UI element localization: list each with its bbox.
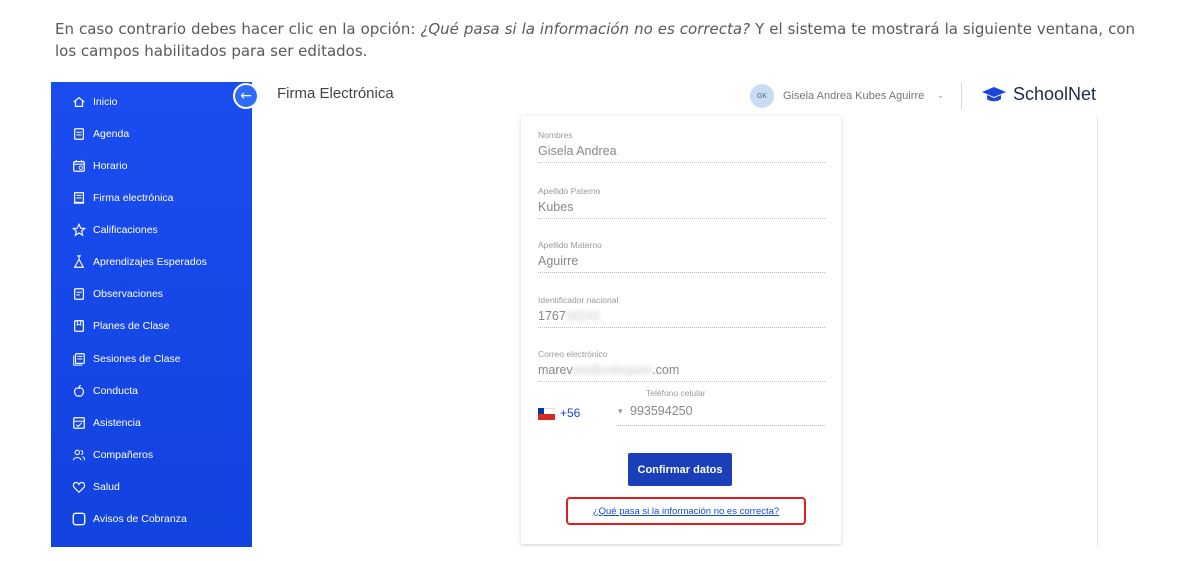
avatar[interactable]: GK [750,84,774,108]
sidebar-item-label: Firma electrónica [93,192,174,204]
correo-electronico-input[interactable]: marevalo@colegium.com [538,361,825,381]
apple-icon [71,383,87,399]
nombres-field[interactable]: Nombres Gisela Andrea [538,130,825,163]
apellido-materno-field[interactable]: Apellido Materno Aguirre [538,240,825,273]
telefono-celular-input[interactable]: 993594250 [630,404,693,418]
sidebar-item-asistencia[interactable]: Asistencia [71,411,141,435]
plan-icon [71,318,87,334]
instruction-text-start: En caso contrario debes hacer clic en la… [55,20,421,38]
chevron-down-icon[interactable]: ▾ [618,406,623,417]
sidebar-item-label: Planes de Clase [93,320,170,332]
note-icon [71,286,87,302]
apellido-paterno-field[interactable]: Apellido Paterno Kubes [538,186,825,219]
sidebar-item-label: Conducta [93,385,138,397]
sidebar-item-inicio[interactable]: Inicio [71,90,118,114]
page-title: Firma Electrónica [277,85,394,102]
informacion-incorrecta-link[interactable]: ¿Qué pasa si la información no es correc… [593,506,779,517]
sidebar-item-label: Salud [93,481,120,493]
sidebar-item-conducta[interactable]: Conducta [71,379,138,403]
correo-visible-end: .com [652,363,680,377]
star-icon [71,222,87,238]
apellido-paterno-label: Apellido Paterno [538,186,601,196]
signature-icon [71,190,87,206]
chile-flag-icon[interactable] [538,408,555,420]
sidebar-item-horario[interactable]: Horario [71,154,127,178]
sidebar-item-label: Avisos de Cobranza [93,513,187,525]
app-screenshot: Inicio Agenda Horario Firma electrónica … [51,82,1106,547]
identificador-nacional-input[interactable]: 176756241 [538,307,825,327]
instruction-paragraph: En caso contrario debes hacer clic en la… [55,18,1135,62]
nombres-input[interactable]: Gisela Andrea [538,142,825,162]
flask-icon [71,254,87,270]
help-link-highlight: ¿Qué pasa si la información no es correc… [566,497,806,525]
apellido-materno-input[interactable]: Aguirre [538,252,825,272]
nombres-label: Nombres [538,130,573,140]
telefono-celular-field[interactable]: Teléfono celular ▾ 993594250 [616,386,825,426]
sidebar-item-label: Horario [93,160,128,172]
sidebar-item-salud[interactable]: Salud [71,475,120,499]
brand-name: SchoolNet [1013,84,1097,104]
correo-visible-start: marev [538,363,573,377]
graduation-cap-icon [982,86,1006,101]
country-code-select[interactable]: +56 [560,406,580,420]
sidebar-item-label: Compañeros [93,449,154,461]
checkbox-icon [71,511,87,527]
sidebar-item-companeros[interactable]: Compañeros [71,443,153,467]
arrow-left-icon: ← [240,88,252,104]
home-icon [71,94,87,110]
personal-data-form: Nombres Gisela Andrea Apellido Paterno K… [521,116,841,544]
sidebar-item-calificaciones[interactable]: Calificaciones [71,218,158,242]
agenda-icon [71,126,87,142]
correo-electronico-label: Correo electrónico [538,349,608,359]
correo-electronico-field[interactable]: Correo electrónico marevalo@colegium.com [538,349,825,382]
apellido-paterno-input[interactable]: Kubes [538,198,825,218]
confirmar-datos-button[interactable]: Confirmar datos [628,453,732,486]
instruction-link-quote: ¿Qué pasa si la información no es correc… [420,20,751,38]
identificador-redacted: 56241 [565,309,601,323]
sidebar-item-label: Calificaciones [93,224,158,236]
sidebar-item-label: Sesiones de Clase [93,353,181,365]
identificador-nacional-field[interactable]: Identificador nacional 176756241 [538,295,825,328]
collapse-sidebar-button[interactable]: ← [233,83,259,109]
attendance-icon [71,415,87,431]
sidebar-item-agenda[interactable]: Agenda [71,122,129,146]
sidebar-item-label: Observaciones [93,288,164,300]
sidebar-item-aprendizajes-esperados[interactable]: Aprendizajes Esperados [71,250,207,274]
content-divider [1097,116,1098,547]
avatar-initials: GK [756,92,768,100]
sidebar-item-observaciones[interactable]: Observaciones [71,282,163,306]
sidebar: Inicio Agenda Horario Firma electrónica … [51,82,252,547]
brand-logo: SchoolNet [981,84,1096,105]
chevron-down-icon[interactable]: ⌄ [937,90,945,101]
telefono-row: +56 Teléfono celular ▾ 993594250 [538,386,825,426]
identificador-nacional-label: Identificador nacional [538,295,619,305]
sidebar-item-planes-de-clase[interactable]: Planes de Clase [71,314,169,338]
sidebar-item-label: Agenda [93,128,130,140]
sidebar-item-label: Aprendizajes Esperados [93,256,207,268]
telefono-celular-label: Teléfono celular [646,388,706,398]
sidebar-item-avisos-de-cobranza[interactable]: Avisos de Cobranza [71,507,187,531]
header-divider [961,82,962,110]
calendar-icon [71,158,87,174]
heart-icon [71,479,87,495]
sidebar-item-firma-electronica[interactable]: Firma electrónica [71,186,174,210]
sessions-icon [71,351,87,367]
correo-redacted: alo@colegium [572,363,653,377]
apellido-materno-label: Apellido Materno [538,240,602,250]
sidebar-item-label: Asistencia [93,417,141,429]
people-icon [71,447,87,463]
sidebar-item-label: Inicio [93,96,118,108]
identificador-visible: 1767 [538,309,566,323]
user-menu-name[interactable]: Gisela Andrea Kubes Aguirre [783,90,924,102]
sidebar-item-sesiones-de-clase[interactable]: Sesiones de Clase [71,347,181,371]
